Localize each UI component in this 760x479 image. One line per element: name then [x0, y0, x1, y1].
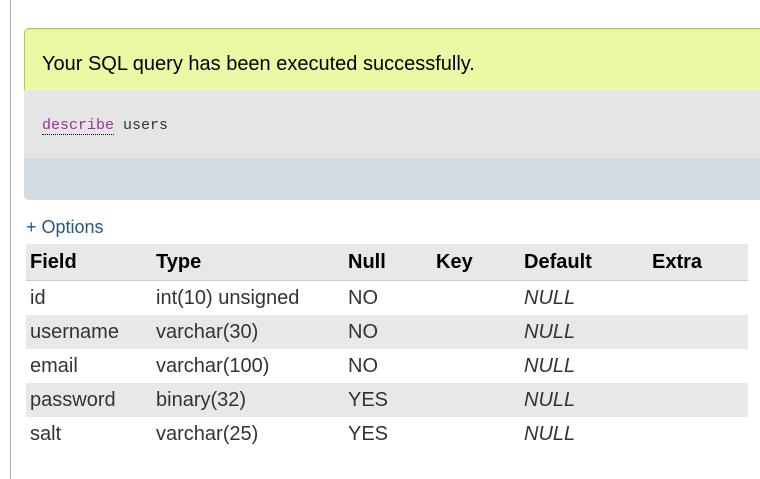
table-row: id int(10) unsigned NO NULL — [26, 281, 748, 316]
cell-field: email — [30, 354, 78, 377]
cell-key — [432, 383, 520, 417]
cell-null: NO — [348, 354, 378, 377]
sql-query: describe users — [42, 117, 169, 135]
cell-key — [432, 315, 520, 349]
cell-key — [432, 349, 520, 383]
cell-null: NO — [344, 315, 432, 349]
column-header-field[interactable]: Field — [26, 244, 152, 281]
cell-key — [432, 281, 520, 316]
cell-type: varchar(25) — [156, 422, 259, 445]
column-header-null[interactable]: Null — [344, 244, 432, 281]
cell-default: NULL — [524, 422, 576, 445]
cell-extra — [648, 383, 748, 417]
table-header-row: Field Type Null Key Default Extra — [26, 244, 748, 281]
column-header-default[interactable]: Default — [520, 244, 648, 281]
cell-default: NULL — [520, 383, 648, 417]
cell-null: NO — [348, 286, 378, 309]
cell-null: YES — [344, 383, 432, 417]
left-divider — [10, 0, 11, 479]
sql-query-rest: users — [114, 117, 169, 134]
cell-extra — [648, 281, 748, 316]
cell-type: binary(32) — [152, 383, 344, 417]
success-message-box: Your SQL query has been executed success… — [24, 28, 760, 92]
column-header-type[interactable]: Type — [152, 244, 344, 281]
cell-field: username — [26, 315, 152, 349]
options-toggle-link[interactable]: + Options — [26, 217, 104, 238]
cell-type: varchar(100) — [156, 354, 270, 377]
table-row: password binary(32) YES NULL — [26, 383, 748, 417]
success-message: Your SQL query has been executed success… — [42, 53, 475, 75]
cell-extra — [648, 349, 748, 383]
results-table: Field Type Null Key Default Extra id int… — [26, 244, 748, 451]
cell-field: id — [30, 286, 46, 309]
cell-type: varchar(30) — [152, 315, 344, 349]
cell-key — [432, 417, 520, 451]
cell-null: YES — [348, 422, 389, 445]
table-row: email varchar(100) NO NULL — [26, 349, 748, 383]
cell-extra — [648, 315, 748, 349]
table-row: salt varchar(25) YES NULL — [26, 417, 748, 451]
column-header-extra[interactable]: Extra — [648, 244, 748, 281]
sql-query-box: describe users — [24, 90, 760, 158]
column-header-key[interactable]: Key — [432, 244, 520, 281]
cell-field: salt — [30, 422, 62, 445]
cell-extra — [648, 417, 748, 451]
cell-default: NULL — [520, 315, 648, 349]
cell-type: int(10) unsigned — [156, 286, 300, 309]
sql-query-toolbar — [24, 158, 760, 200]
cell-default: NULL — [524, 354, 576, 377]
cell-field: password — [26, 383, 152, 417]
sql-keyword-link[interactable]: describe — [42, 117, 115, 135]
table-row: username varchar(30) NO NULL — [26, 315, 748, 349]
cell-default: NULL — [524, 286, 576, 309]
